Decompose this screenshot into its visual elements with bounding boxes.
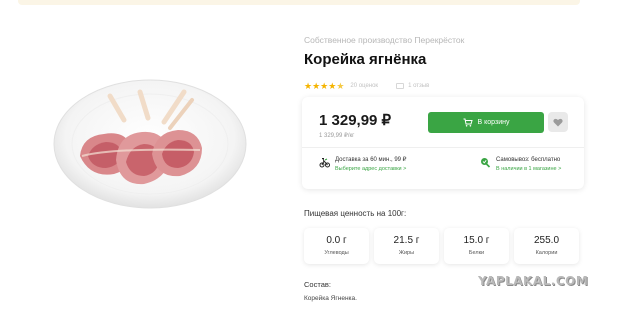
nutrition-card-carbs: 0.0 г Углеводы <box>304 228 369 264</box>
composition-title: Состав: <box>304 280 331 289</box>
nutrition-card-calories: 255.0 Калории <box>514 228 579 264</box>
reviews-link[interactable]: 1 отзыв <box>408 83 429 89</box>
delivery-option[interactable]: Доставка за 60 мин., 99 ₽ Выберите адрес… <box>319 156 406 174</box>
nutrition-label: Калории <box>535 250 558 256</box>
ratings-count[interactable]: 20 оценок <box>350 83 378 89</box>
nutrition-value: 15.0 г <box>463 235 490 246</box>
star-icon: ★ <box>304 81 313 91</box>
nutrition-title: Пищевая ценность на 100г: <box>304 209 407 218</box>
delivery-text: Доставка за 60 мин., 99 ₽ <box>335 157 407 163</box>
rating-stars[interactable]: ★ ★ ★ ★ ★ <box>304 81 344 91</box>
delivery-icon <box>319 158 330 168</box>
add-to-cart-button[interactable]: В корзину <box>428 112 544 133</box>
unit-price: 1 329,99 ₽/кг <box>319 133 355 139</box>
header-strip <box>18 0 580 5</box>
delivery-address-link[interactable]: Выберите адрес доставки > <box>335 165 406 174</box>
card-divider <box>302 147 584 148</box>
rating-row: ★ ★ ★ ★ ★ 20 оценок 1 отзыв <box>304 81 429 91</box>
brand-label[interactable]: Собственное производство Перекрёсток <box>304 34 586 46</box>
star-half-icon: ★ <box>336 81 345 91</box>
nutrition-label: Жиры <box>398 250 415 256</box>
favorite-button[interactable] <box>548 112 568 132</box>
nutrition-value: 21.5 г <box>393 235 420 246</box>
nutrition-label: Углеводы <box>324 250 349 256</box>
add-to-cart-label: В корзину <box>477 119 510 126</box>
star-icon: ★ <box>328 81 337 91</box>
nutrition-values: 0.0 г Углеводы 21.5 г Жиры 15.0 г Белки … <box>304 228 579 264</box>
pickup-text: Самовывоз: бесплатно <box>496 157 561 163</box>
star-icon: ★ <box>320 81 329 91</box>
price-card: 1 329,99 ₽ 1 329,99 ₽/кг В корзину Доста… <box>302 97 584 189</box>
nutrition-card-fats: 21.5 г Жиры <box>374 228 439 264</box>
lamb-on-plate-illustration <box>53 79 247 209</box>
product-image <box>52 78 248 210</box>
nutrition-value: 255.0 <box>533 235 560 246</box>
pickup-stores-link[interactable]: В наличии в 1 магазине > <box>496 165 561 174</box>
pickup-icon <box>481 158 491 168</box>
product-title: Корейка ягнёнка <box>304 51 427 68</box>
watermark: YAPLAKAL.COM <box>478 274 589 288</box>
nutrition-value: 0.0 г <box>326 235 347 246</box>
composition-text: Корейка Ягненка. <box>304 295 357 302</box>
cart-icon <box>463 118 473 127</box>
comment-icon <box>396 83 405 89</box>
nutrition-card-protein: 15.0 г Белки <box>444 228 509 264</box>
price: 1 329,99 ₽ <box>319 112 392 129</box>
nutrition-label: Белки <box>468 250 485 256</box>
heart-icon <box>553 118 563 126</box>
pickup-option[interactable]: Самовывоз: бесплатно В наличии в 1 магаз… <box>480 156 561 174</box>
star-icon: ★ <box>312 81 321 91</box>
product-info: Собственное производство Перекрёсток Кор… <box>304 34 586 91</box>
